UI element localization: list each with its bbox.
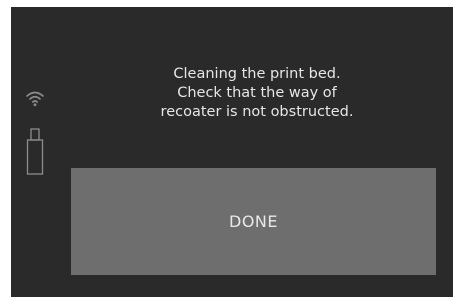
- status-message: Cleaning the print bed. Check that the w…: [71, 65, 443, 122]
- done-button[interactable]: DONE: [71, 168, 436, 275]
- usb-drive-icon: [26, 128, 44, 175]
- message-line: Check that the way of: [177, 85, 337, 101]
- status-column: [11, 7, 61, 297]
- message-line: Cleaning the print bed.: [173, 66, 341, 82]
- wifi-icon: [26, 91, 44, 107]
- printer-screen: Cleaning the print bed. Check that the w…: [11, 7, 453, 297]
- message-line: recoater is not obstructed.: [160, 104, 354, 120]
